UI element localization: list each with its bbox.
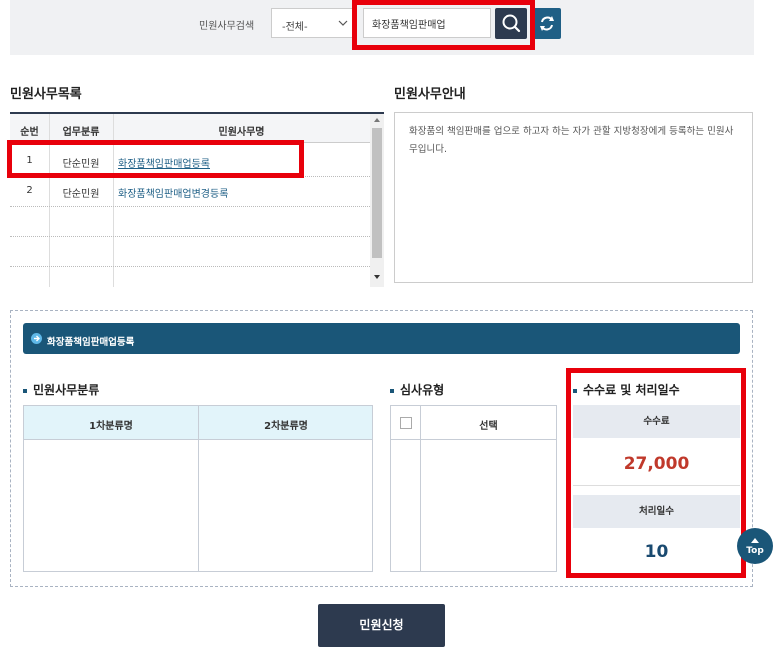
highlight-search: [352, 0, 535, 50]
apply-button[interactable]: 민원신청: [318, 604, 445, 647]
list-scrollbar[interactable]: [370, 114, 384, 287]
row-name-link[interactable]: 화장품책임판매업변경등록: [118, 185, 228, 200]
row-divider: [10, 266, 370, 267]
review-table: 선택: [390, 405, 557, 572]
chevron-down-icon: [338, 16, 348, 33]
search-label: 민원사무검색: [199, 21, 255, 32]
row-no: 2: [26, 185, 33, 196]
category-section-title: 민원사무분류: [23, 381, 99, 398]
list-title: 민원사무목록: [10, 87, 82, 102]
col-divider: [198, 406, 199, 571]
arrow-right-icon: [31, 333, 42, 344]
row-category: 단순민원: [62, 189, 100, 200]
highlight-fee: [566, 368, 746, 578]
scroll-thumb[interactable]: [372, 128, 382, 258]
category-title-text: 민원사무분류: [33, 383, 100, 397]
top-button[interactable]: Top: [737, 528, 773, 564]
row-divider: [10, 206, 370, 207]
col-divider: [420, 406, 421, 571]
bullet-icon: [23, 388, 27, 393]
col-category: 업무분류: [62, 127, 100, 138]
col-second-category: 2차분류명: [264, 421, 308, 432]
banner-text: 화장품책임판매업등록: [47, 337, 135, 348]
highlight-row: [7, 140, 304, 178]
arrow-up-icon: [751, 538, 759, 543]
refresh-icon: [540, 16, 554, 31]
bullet-icon: [390, 388, 394, 393]
row-divider: [10, 236, 370, 237]
category-table: 1차분류명 2차분류명: [23, 405, 373, 572]
top-label: Top: [746, 546, 764, 556]
col-no: 순번: [20, 127, 39, 138]
info-title: 민원사무안내: [394, 87, 466, 102]
review-header: 선택: [391, 406, 556, 440]
scroll-up-icon[interactable]: [373, 117, 381, 123]
review-section-title: 심사유형: [390, 381, 444, 398]
category-select-value: -전체-: [282, 22, 308, 33]
detail-banner: 화장품책임판매업등록: [23, 323, 740, 354]
scroll-down-icon[interactable]: [373, 274, 381, 280]
select-all-checkbox[interactable]: [400, 417, 412, 429]
col-first-category: 1차분류명: [89, 421, 133, 432]
civil-affairs-list: 순번 업무분류 민원사무명 1 단순민원 화장품책임판매업등록 2 단순민원 화…: [10, 112, 384, 287]
col-name: 민원사무명: [218, 127, 265, 138]
category-select[interactable]: -전체-: [271, 8, 357, 38]
col-select: 선택: [479, 421, 498, 432]
list-header: 순번 업무분류 민원사무명: [10, 114, 370, 143]
review-title-text: 심사유형: [400, 383, 445, 397]
refresh-button[interactable]: [533, 8, 561, 39]
info-text: 화장품의 책임판매를 업으로 하고자 하는 자가 관할 지방청장에게 등록하는 …: [394, 112, 753, 283]
